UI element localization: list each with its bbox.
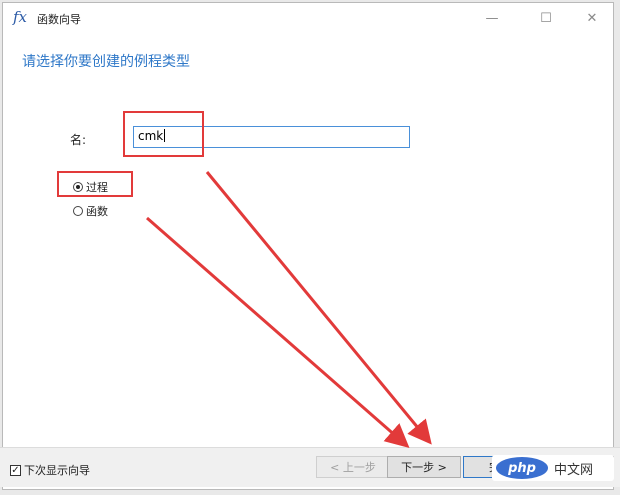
radio-unselected-icon (73, 206, 83, 216)
php-watermark: php 中文网 (492, 455, 614, 481)
function-wizard-window: fx 函数向导 — ☐ ✕ 请选择你要创建的例程类型 (2, 2, 614, 490)
radio-function[interactable]: 函数 (73, 203, 108, 219)
close-icon[interactable]: ✕ (569, 3, 615, 33)
show-wizard-label: 下次显示向导 (24, 464, 90, 477)
highlight-name-field (123, 111, 204, 157)
next-button[interactable]: 下一步 > (387, 456, 461, 478)
page-heading: 请选择你要创建的例程类型 (22, 54, 190, 70)
maximize-icon[interactable]: ☐ (523, 3, 569, 33)
window-title: 函数向导 (37, 13, 81, 26)
watermark-site-text: 中文网 (554, 462, 594, 478)
highlight-procedure-option (57, 171, 133, 197)
prev-button[interactable]: < 上一步 (316, 456, 390, 478)
show-wizard-checkbox[interactable]: ✓ 下次显示向导 (10, 462, 90, 478)
checkbox-checked-icon: ✓ (10, 464, 21, 476)
fx-icon: fx (13, 8, 28, 26)
radio-function-label: 函数 (86, 205, 108, 218)
name-label: 名: (70, 133, 87, 147)
php-logo: php (496, 457, 548, 479)
minimize-icon[interactable]: — (469, 3, 515, 33)
title-bar: fx 函数向导 — ☐ ✕ (3, 3, 613, 33)
